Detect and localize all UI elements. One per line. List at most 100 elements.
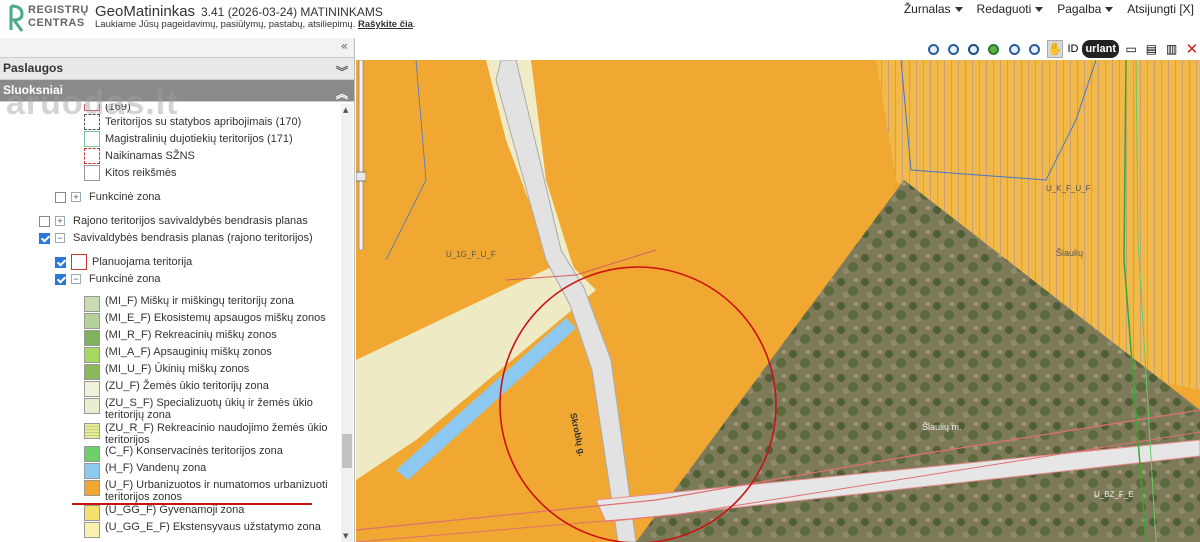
legend-swatch	[84, 347, 100, 363]
legend-label: (MI_E_F) Ekosistemų apsaugos miškų zonos	[105, 312, 326, 324]
header: REGISTRŲ CENTRAS GeoMatininkas 3.41 (202…	[0, 0, 1200, 38]
legend-swatch	[84, 381, 100, 397]
caret-down-icon	[1105, 6, 1114, 12]
save-icon[interactable]: ▥	[1164, 40, 1180, 58]
print-icon[interactable]: ▤	[1143, 40, 1159, 58]
menu-redaguoti-label: Redaguoti	[976, 2, 1032, 16]
tree-node-label: Savivaldybės bendrasis planas (rajono te…	[73, 232, 313, 244]
map-zone-label: U_1G_F_U_F	[446, 250, 496, 259]
registru-centras-logo[interactable]: REGISTRŲ CENTRAS	[8, 3, 88, 35]
app-title: GeoMatininkas	[95, 3, 196, 20]
collapse-icon[interactable]: −	[71, 274, 81, 284]
legend-label: (C_F) Konservacinės teritorijos zona	[105, 445, 283, 457]
logo-line2: CENTRAS	[28, 17, 85, 29]
menu-pagalba[interactable]: Pagalba	[1057, 2, 1114, 16]
map-canvas[interactable]: U_1G_F_U_F U_K_F_U_F Šiaulių Skroblų g. …	[356, 60, 1200, 542]
layer-scrollbar[interactable]: ▲ ▼	[341, 104, 353, 542]
legend-item: (ZU_F) Žemės ūkio teritorijų zona	[84, 380, 342, 397]
layer-label: Naikinamas SŽNS	[105, 150, 195, 162]
layer-item: Naikinamas SŽNS	[84, 148, 195, 164]
expand-icon[interactable]: +	[71, 192, 81, 202]
scroll-thumb[interactable]	[342, 434, 352, 468]
double-chevron-left-icon[interactable]: «	[341, 39, 348, 53]
tree-node-label: Rajono teritorijos savivaldybės bendrasi…	[73, 215, 308, 227]
close-red-icon[interactable]: ✕	[1184, 40, 1200, 58]
urlant-badge[interactable]: urlant	[1082, 40, 1120, 58]
layer-swatch	[84, 148, 100, 164]
zoom-next-icon[interactable]	[1026, 40, 1042, 58]
legend-label: (MI_R_F) Rekreacinių miškų zonos	[105, 329, 277, 341]
menu-redaguoti[interactable]: Redaguoti	[977, 2, 1044, 16]
ruler-icon[interactable]: ▭	[1123, 40, 1139, 58]
layer-checkbox[interactable]	[55, 273, 66, 285]
zoom-previous-icon[interactable]	[1006, 40, 1022, 58]
menu-atsijungti[interactable]: Atsijungti [X]	[1127, 2, 1194, 16]
menu-zurnalas[interactable]: Žurnalas	[904, 2, 963, 16]
layer-checkbox[interactable]	[39, 215, 50, 227]
legend-label: (MI_A_F) Apsauginių miškų zonos	[105, 346, 272, 358]
feedback-link[interactable]: Rašykite čia	[358, 19, 413, 30]
tree-node-planuojama-teritorija: Planuojama teritorija	[55, 254, 192, 270]
legend-swatch	[84, 330, 100, 346]
section-paslaugos-label: Paslaugos	[3, 61, 64, 75]
tree-node-funkcine-zona: + Funkcinė zona	[55, 191, 161, 203]
legend-item: (MI_F) Miškų ir miškingų teritorijų zona	[84, 295, 342, 312]
layer-label: Magistralinių dujotiekių teritorijos (17…	[105, 133, 293, 145]
map-toolbar: ✋ ID urlant ▭ ▤ ▥ ✕	[922, 38, 1200, 60]
legend-item: (C_F) Konservacinės teritorijos zona	[84, 445, 342, 462]
layer-checkbox[interactable]	[55, 256, 66, 268]
legend-label: (ZU_F) Žemės ūkio teritorijų zona	[105, 380, 269, 392]
scroll-down-icon[interactable]: ▼	[343, 532, 348, 540]
legend-label: (ZU_R_F) Rekreacinio naudojimo žemės ūki…	[105, 422, 328, 446]
app-version: 3.41 (2026-03-24) MATININKAMS	[201, 5, 383, 19]
map-zone-label: U_BZ_F_E	[1094, 490, 1134, 499]
panel-collapse-bar[interactable]: «	[0, 38, 354, 58]
legend-item: (U_GG_F) Gyvenamoji zona	[84, 504, 342, 521]
logo-mark-icon	[9, 4, 24, 32]
map-street-label: Šiaulių	[1056, 248, 1084, 258]
legend-item: (MI_U_F) Ūkinių miškų zonos	[84, 363, 342, 380]
map-zone-label: U_K_F_U_F	[1046, 184, 1091, 193]
tree-node-rajono-planas: + Rajono teritorijos savivaldybės bendra…	[39, 215, 308, 227]
caret-down-icon	[954, 6, 963, 12]
expand-icon[interactable]: +	[55, 216, 65, 226]
collapse-icon[interactable]: −	[55, 233, 65, 243]
tree-node-funkcine-zona-2: − Funkcinė zona	[55, 273, 161, 285]
top-menu: Žurnalas Redaguoti Pagalba Atsijungti [X…	[904, 2, 1194, 16]
layer-item: Magistralinių dujotiekių teritorijos (17…	[84, 131, 293, 147]
layer-swatch	[84, 165, 100, 181]
legend-label: (U_GG_E_F) Ekstensyvaus užstatymo zona	[105, 521, 321, 533]
identify-button[interactable]: ID	[1067, 40, 1078, 58]
tree-node-label: Funkcinė zona	[89, 273, 161, 285]
legend-swatch	[84, 296, 100, 312]
zoom-in-icon[interactable]	[925, 40, 941, 58]
layer-checkbox[interactable]	[39, 232, 50, 244]
layer-checkbox[interactable]	[55, 191, 66, 203]
section-paslaugos[interactable]: Paslaugos ︾	[0, 58, 354, 80]
zoom-out-icon[interactable]	[945, 40, 961, 58]
legend-swatch	[84, 398, 100, 414]
zoom-slider[interactable]	[356, 60, 366, 250]
geomatininkas-app: REGISTRŲ CENTRAS GeoMatininkas 3.41 (202…	[0, 0, 1200, 542]
aruodas-watermark: aruodas.lt	[6, 84, 179, 122]
double-chevron-up-icon[interactable]: ︽	[336, 84, 348, 105]
map-street-label: Šiaulių m.	[922, 422, 962, 432]
legend-item: (H_F) Vandenų zona	[84, 462, 342, 479]
legend-label: (ZU_S_F) Specializuotų ūkių ir žemės ūki…	[105, 397, 313, 421]
pan-hand-icon[interactable]: ✋	[1046, 40, 1064, 58]
left-panel: « Paslaugos ︾ Sluoksniai ︽ (169) Teritor…	[0, 38, 355, 542]
globe-icon[interactable]	[986, 40, 1002, 58]
legend-item: (MI_E_F) Ekosistemų apsaugos miškų zonos	[84, 312, 342, 329]
legend-swatch	[84, 505, 100, 521]
map-graphics	[356, 60, 1200, 542]
legend-item: (MI_R_F) Rekreacinių miškų zonos	[84, 329, 342, 346]
legend-swatch	[84, 423, 100, 439]
layer-swatch	[71, 254, 87, 270]
legend-label: (MI_F) Miškų ir miškingų teritorijų zona	[105, 295, 294, 307]
feedback-line: Laukiame Jūsų pageidavimų, pasiūlymų, pa…	[95, 19, 416, 30]
zoom-extent-icon[interactable]	[966, 40, 982, 58]
legend-label: (U_GG_F) Gyvenamoji zona	[105, 504, 245, 516]
legend-item: (ZU_R_F) Rekreacinio naudojimo žemės ūki…	[84, 422, 342, 446]
legend-label: (MI_U_F) Ūkinių miškų zonos	[105, 363, 250, 375]
scroll-up-icon[interactable]: ▲	[343, 106, 348, 114]
